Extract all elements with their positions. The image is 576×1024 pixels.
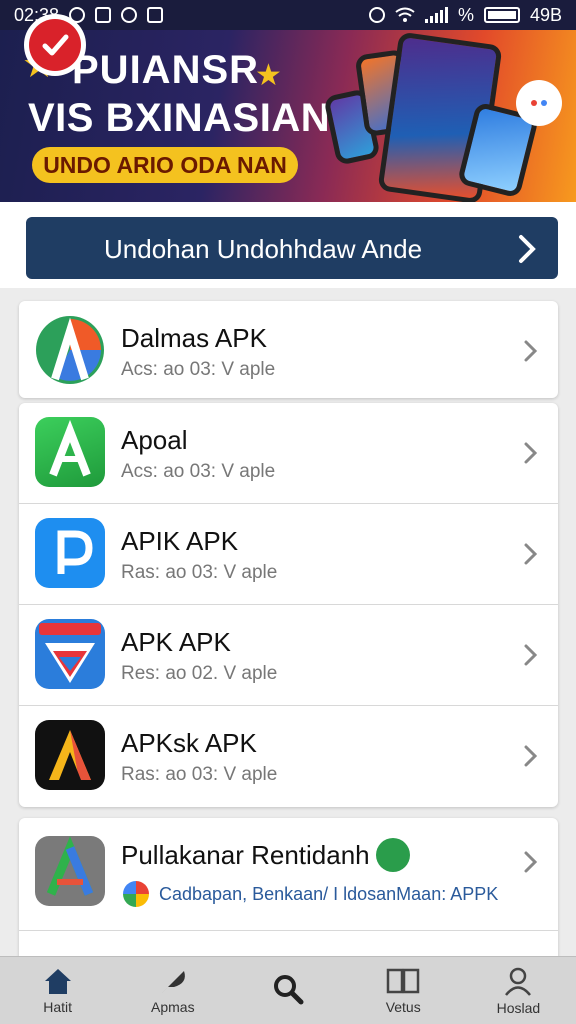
location-icon: [121, 7, 138, 23]
banner-subtitle: UNDO ARIO ODA NAN: [32, 147, 298, 183]
battery-icon: [483, 7, 520, 23]
nav-label: Hoslad: [496, 999, 541, 1016]
app-list-card: Apoal Acs: ao 03: V aple APIK APK Ras: a…: [19, 403, 558, 807]
home-icon: [44, 968, 71, 994]
chevron-right-icon[interactable]: [516, 233, 538, 265]
chevron-right-icon: [524, 644, 538, 666]
app-subtitle: Res: ao 02. V aple: [121, 663, 278, 684]
app-subtitle: Ras: ao 03: V aple: [121, 764, 278, 785]
app-title: APK APK: [121, 627, 231, 657]
nav-library[interactable]: Vetus: [346, 957, 461, 1024]
nav-label: Vetus: [385, 998, 421, 1015]
book-icon: [386, 968, 420, 993]
list-item[interactable]: Apoal Acs: ao 03: V aple: [19, 403, 558, 504]
alarm-icon: [368, 7, 385, 23]
nav-apps[interactable]: Apmas: [115, 957, 230, 1024]
chevron-right-icon: [524, 745, 538, 767]
featured-card: Pullakanar Rentidanh Cadbapan, Benkaan/ …: [19, 818, 558, 978]
app-title: Dalmas APK: [121, 323, 267, 353]
check-icon: [29, 19, 81, 71]
app-title: APIK APK: [121, 526, 239, 556]
nav-label: Hatit: [43, 998, 72, 1015]
signal-icon: [424, 7, 448, 23]
banner-title-line2: VIS BXINASIAN: [28, 96, 331, 140]
chevron-right-icon: [524, 340, 538, 362]
download-bar-label: Undohan Undohhdaw Ande: [104, 233, 423, 264]
app-subtitle: Acs: ao 03: V aple: [121, 359, 276, 380]
shield-notification-icon: [147, 7, 164, 23]
divider: [19, 930, 558, 931]
blue-p-icon: [35, 518, 105, 588]
banner-title-line1: PUIANSR: [72, 48, 260, 92]
list-item[interactable]: APIK APK Ras: ao 03: V aple: [19, 504, 558, 605]
chevron-right-icon: [524, 543, 538, 565]
nav-search[interactable]: [230, 957, 345, 1024]
user-icon: [505, 967, 532, 996]
promo-banner[interactable]: ★ ★ PUIANSR VIS BXINASIAN UNDO ARIO ODA …: [0, 30, 576, 202]
black-a-icon: [35, 720, 105, 790]
nav-home[interactable]: Hatit: [0, 957, 115, 1024]
star-icon: ★: [255, 59, 282, 92]
nav-profile[interactable]: Hoslad: [461, 957, 576, 1024]
app-subtitle: Acs: ao 03: V aple: [121, 461, 276, 482]
app-subtitle: Ras: ao 03: V aple: [121, 562, 278, 583]
green-a-icon: [35, 417, 105, 487]
status-right-text: 49B: [529, 4, 562, 25]
app-title: APKsk APK: [121, 728, 257, 758]
chevron-right-icon: [524, 442, 538, 464]
check-badge: [24, 14, 86, 76]
app-card: Dalmas APK Acs: ao 03: V aple: [19, 301, 558, 398]
status-bar: 02:38 % 49B: [0, 0, 576, 30]
wifi-icon: [395, 7, 415, 22]
feather-icon: [161, 970, 185, 993]
search-icon: [274, 974, 304, 1004]
developer-icon: [123, 881, 149, 907]
notification-icon: [95, 7, 112, 23]
battery-percent: %: [457, 4, 474, 25]
app-title: Apoal: [121, 425, 188, 455]
chevron-right-icon: [524, 851, 538, 873]
list-item[interactable]: APK APK Res: ao 02. V aple: [19, 605, 558, 706]
list-item[interactable]: Pullakanar Rentidanh Cadbapan, Benkaan/ …: [19, 818, 558, 930]
bottom-navigation: Hatit Apmas Vetus Hoslad: [0, 956, 576, 1024]
list-item[interactable]: Dalmas APK Acs: ao 03: V aple: [19, 301, 558, 398]
status-right: % 49B: [368, 4, 562, 26]
featured-subtitle: Cadbapan, Benkaan/ I ldosanMaan: APPK: [159, 884, 499, 904]
featured-title: Pullakanar Rentidanh: [121, 840, 370, 870]
gray-a-icon: [35, 836, 105, 906]
triangle-logo-icon: [35, 315, 105, 385]
list-item[interactable]: APKsk APK Ras: ao 03: V aple: [19, 706, 558, 807]
verified-badge-icon: [376, 838, 410, 872]
chat-bubble-icon: [516, 80, 562, 126]
nav-label: Apmas: [151, 998, 195, 1015]
shield-logo-icon: [35, 619, 105, 689]
